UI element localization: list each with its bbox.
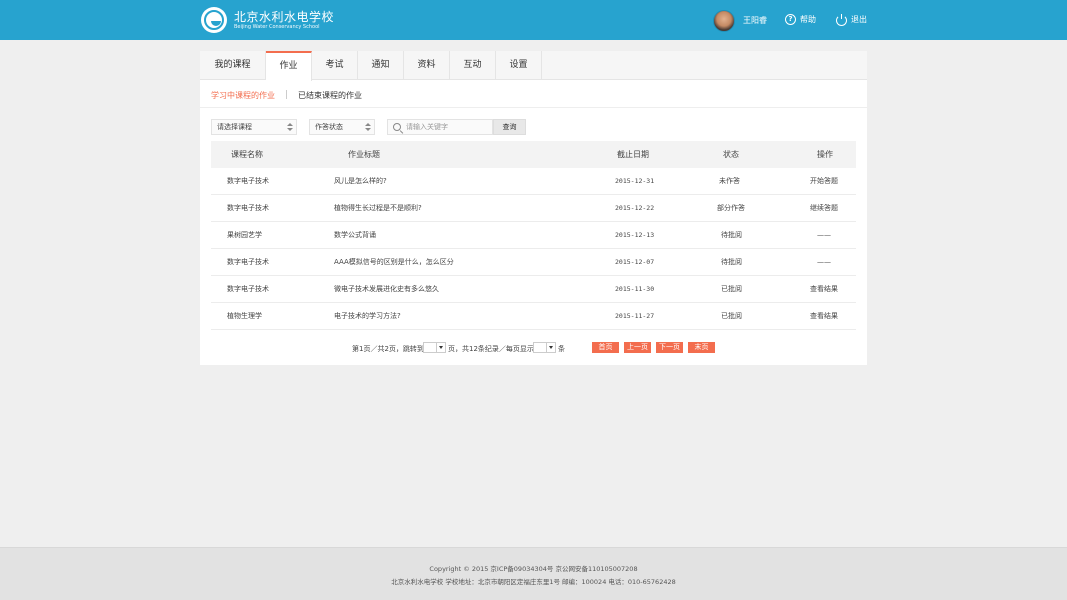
cell-deadline: 2015-11-30 (615, 285, 655, 293)
subtab-ended-homework[interactable]: 已结束课程的作业 (298, 90, 362, 101)
tab-notice[interactable]: 通知 (358, 51, 404, 80)
prev-page-button[interactable]: 上一页 (624, 342, 651, 353)
tab-bar: 我的课程 作业 考试 通知 资料 互动 设置 (200, 51, 867, 81)
cell-action[interactable]: 开始答题 (810, 168, 838, 195)
cell-action[interactable]: 查看结果 (810, 276, 838, 303)
subtab-divider (286, 90, 287, 99)
table-row: 植物生理学 电子技术的学习方法? 2015-11-27 已批阅 查看结果 (211, 303, 856, 330)
table-row: 数字电子技术 微电子技术发展进化史有多么悠久 2015-11-30 已批阅 查看… (211, 276, 856, 303)
username-link[interactable]: 王阳睿 (743, 15, 767, 26)
top-header: 北京水利水电学校 Beijing Water Conservancy Schoo… (0, 0, 1067, 40)
chevron-down-icon (436, 343, 445, 352)
pager-text-current: 第1页／共2页，跳转到 (352, 345, 424, 353)
cell-title[interactable]: 植物得生长过程是不是顺利? (334, 195, 422, 222)
pager-text-total: 页，共12条纪录／每页显示 (448, 345, 534, 353)
main-panel: 我的课程 作业 考试 通知 资料 互动 设置 学习中课程的作业 已结束课程的作业… (200, 51, 867, 365)
cell-action: —— (817, 258, 831, 266)
first-page-button[interactable]: 首页 (592, 342, 619, 353)
pager-text-unit: 条 (558, 345, 565, 353)
page-jump-select[interactable] (423, 342, 446, 353)
col-status: 状态 (723, 150, 739, 159)
tab-materials[interactable]: 资料 (404, 51, 450, 80)
status-select-value: 作答状态 (315, 123, 343, 131)
page-footer: Copyright © 2015 京ICP备09034304号 京公网安备110… (0, 547, 1067, 600)
next-page-button[interactable]: 下一页 (656, 342, 683, 353)
logout-link[interactable]: 退出 (836, 14, 867, 26)
cell-status: 部分作答 (717, 204, 745, 212)
cell-status: 未作答 (719, 177, 740, 185)
tab-homework[interactable]: 作业 (266, 51, 312, 81)
tab-settings[interactable]: 设置 (496, 51, 542, 80)
cell-title[interactable]: 数学公式背诵 (334, 222, 376, 249)
help-icon: ? (785, 14, 796, 25)
cell-deadline: 2015-12-13 (615, 231, 655, 239)
cell-course: 数字电子技术 (227, 285, 269, 293)
query-button[interactable]: 查询 (493, 119, 526, 135)
cell-title[interactable]: 风儿是怎么样的? (334, 168, 387, 195)
select-arrows-icon (365, 122, 371, 132)
course-select[interactable]: 请选择课程 (211, 119, 297, 135)
last-page-button[interactable]: 末页 (688, 342, 715, 353)
cell-action: —— (817, 231, 831, 239)
pagination: 第1页／共2页，跳转到 页，共12条纪录／每页显示 条 首页 上一页 下一页 末… (200, 342, 867, 356)
cell-course: 植物生理学 (227, 312, 262, 320)
page-size-select[interactable] (533, 342, 556, 353)
cell-status: 已批阅 (721, 285, 742, 293)
table-row: 数字电子技术 AAA模拟信号的区别是什么，怎么区分 2015-12-07 待批阅… (211, 249, 856, 276)
cell-deadline: 2015-12-31 (615, 177, 655, 185)
cell-title[interactable]: 微电子技术发展进化史有多么悠久 (334, 276, 439, 303)
col-title: 作业标题 (348, 150, 380, 159)
cell-course: 数字电子技术 (227, 204, 269, 212)
cell-deadline: 2015-12-07 (615, 258, 655, 266)
help-link[interactable]: ? 帮助 (785, 14, 816, 25)
school-name: 北京水利水电学校 (234, 10, 335, 24)
cell-deadline: 2015-12-22 (615, 204, 655, 212)
table-header: 课程名称 作业标题 截止日期 状态 操作 (211, 141, 856, 168)
table-row: 果树园艺学 数学公式背诵 2015-12-13 待批阅 —— (211, 222, 856, 249)
cell-deadline: 2015-11-27 (615, 312, 655, 320)
sub-tab-bar: 学习中课程的作业 已结束课程的作业 (200, 80, 867, 108)
avatar[interactable] (713, 10, 735, 32)
col-deadline: 截止日期 (617, 150, 649, 159)
status-select[interactable]: 作答状态 (309, 119, 375, 135)
cell-status: 待批阅 (721, 258, 742, 266)
tab-interaction[interactable]: 互动 (450, 51, 496, 80)
cell-status: 已批阅 (721, 312, 742, 320)
select-arrows-icon (287, 122, 293, 132)
school-logo-icon (201, 7, 227, 33)
filter-bar: 请选择课程 作答状态 查询 (200, 119, 867, 137)
cell-title[interactable]: AAA模拟信号的区别是什么，怎么区分 (334, 249, 454, 276)
col-course: 课程名称 (231, 150, 263, 159)
cell-action[interactable]: 查看结果 (810, 303, 838, 330)
tab-my-courses[interactable]: 我的课程 (200, 51, 266, 80)
cell-course: 果树园艺学 (227, 231, 262, 239)
cell-course: 数字电子技术 (227, 258, 269, 266)
table-row: 数字电子技术 风儿是怎么样的? 2015-12-31 未作答 开始答题 (211, 168, 856, 195)
help-label: 帮助 (800, 15, 816, 24)
search-icon (393, 123, 401, 131)
subtab-current-homework[interactable]: 学习中课程的作业 (211, 90, 275, 101)
course-select-value: 请选择课程 (217, 123, 252, 131)
footer-address: 北京水利水电学校 学校地址：北京市朝阳区定福庄东里1号 邮编：100024 电话… (391, 578, 676, 586)
tab-exam[interactable]: 考试 (312, 51, 358, 80)
power-icon (836, 14, 847, 26)
cell-status: 待批阅 (721, 231, 742, 239)
table-row: 数字电子技术 植物得生长过程是不是顺利? 2015-12-22 部分作答 继续答… (211, 195, 856, 222)
search-input[interactable] (406, 120, 492, 134)
col-action: 操作 (817, 150, 833, 159)
school-name-en: Beijing Water Conservancy School (234, 24, 320, 30)
cell-course: 数字电子技术 (227, 177, 269, 185)
logout-label: 退出 (851, 15, 867, 24)
cell-title[interactable]: 电子技术的学习方法? (334, 303, 401, 330)
chevron-down-icon (546, 343, 555, 352)
homework-table: 课程名称 作业标题 截止日期 状态 操作 数字电子技术 风儿是怎么样的? 201… (211, 141, 856, 330)
search-box (387, 119, 493, 135)
cell-action[interactable]: 继续答题 (810, 195, 838, 222)
footer-copyright: Copyright © 2015 京ICP备09034304号 京公网安备110… (429, 565, 638, 573)
